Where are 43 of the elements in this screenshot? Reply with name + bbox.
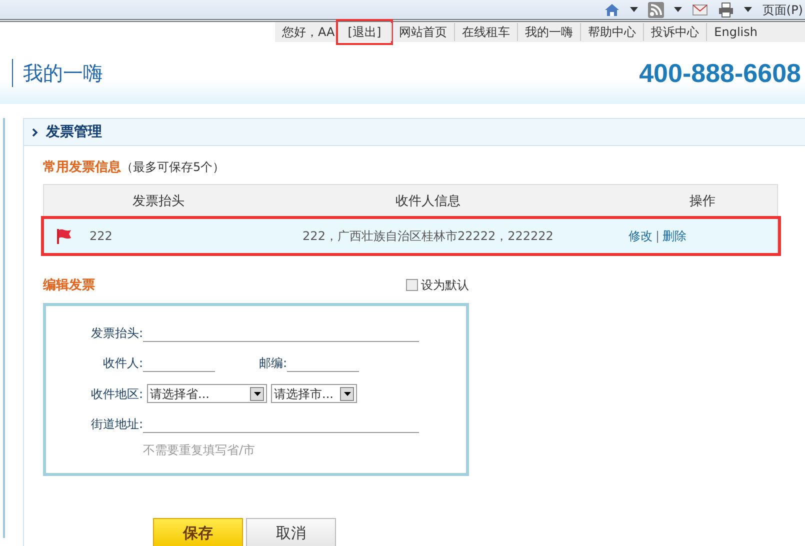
header-link[interactable]: 帮助中心 [580,23,644,41]
header-link[interactable]: 您好，AA [275,23,338,41]
field-label: 街道地址: [90,416,143,433]
separator: | [656,228,660,243]
checkbox-label: 设为默认 [421,277,469,294]
page-title: 我的一嗨 [12,59,103,87]
section-note: （最多可保存5个） [121,160,225,174]
header-link[interactable]: [退出] [338,21,392,43]
checkbox[interactable] [406,279,418,292]
feed-icon[interactable] [648,2,664,18]
caret-icon[interactable] [630,7,638,12]
header-link[interactable]: 在线租车 [454,23,518,41]
column-header: 收件人信息 [228,184,628,219]
select-field[interactable]: 请选择省... [147,384,267,403]
phone-number: 400-888-6608 [639,56,801,90]
section-title: 常用发票信息 [43,160,121,175]
action-link[interactable]: 修改 [628,228,652,243]
column-header: 发票抬头 [88,184,228,219]
header-link[interactable]: 网站首页 [391,23,454,41]
chevron-icon [32,128,38,136]
header-link[interactable]: English [706,23,764,41]
form-button[interactable]: 取消 [246,518,336,546]
field-label: 收件地区: [90,386,143,403]
form-button[interactable]: 保存 [153,518,243,546]
field-label: 邮编: [258,355,287,372]
table-cell: 222 [90,228,112,243]
field-label: 发票抬头: [90,325,143,342]
home-icon[interactable] [604,2,620,18]
panel-title: 发票管理 [46,122,102,142]
column-header: 操作 [628,184,778,219]
field-hint: 不需要重复填写省/市 [143,442,256,459]
select-field[interactable]: 请选择市... [271,384,357,403]
action-link[interactable]: 删除 [662,228,687,243]
caret-icon[interactable] [744,7,752,12]
mail-icon[interactable] [692,2,708,18]
print-icon[interactable] [718,2,734,18]
table-cell: 222，广西壮族自治区桂林市22222，222222 [302,228,554,243]
header-link[interactable]: 我的一嗨 [517,23,580,41]
field-label: 收件人: [102,355,143,372]
section-title: 编辑发票 [43,276,95,294]
caret-icon[interactable] [674,7,682,12]
header-link[interactable]: 投诉中心 [643,23,706,41]
page-menu[interactable]: 页面(P) [762,0,803,18]
